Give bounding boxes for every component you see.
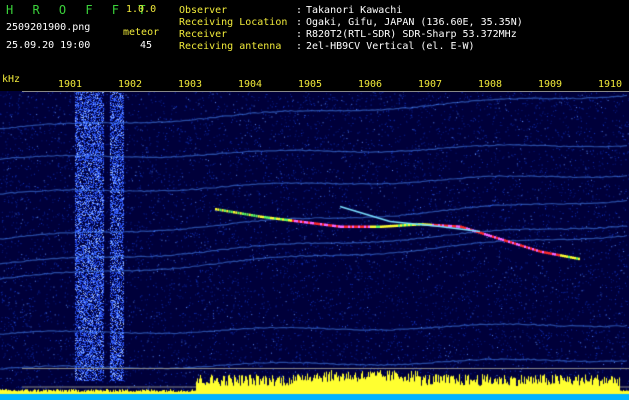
- info-sep: :: [296, 5, 303, 16]
- file-name: 2509201900.png: [6, 22, 91, 33]
- x-tick-label: 1906: [358, 79, 383, 90]
- info-value-location: Ogaki, Gifu, JAPAN (136.60E, 35.35N): [306, 17, 523, 28]
- x-tick-label: 1905: [298, 79, 323, 90]
- info-sep: :: [296, 41, 303, 52]
- info-value-observer: Takanori Kawachi: [306, 5, 403, 16]
- info-key-receiver: Receiver: [179, 29, 228, 40]
- x-tick-label: 1907: [418, 79, 443, 90]
- x-tick-label: 1908: [478, 79, 503, 90]
- y-unit-label: kHz: [2, 74, 21, 85]
- info-sep: :: [296, 29, 303, 40]
- info-key-observer: Observer: [179, 5, 228, 16]
- x-tick-label: 1903: [178, 79, 203, 90]
- info-key-antenna: Receiving antenna: [179, 41, 282, 52]
- x-axis-line: [22, 91, 629, 92]
- info-value-antenna: 2el-HB9CV Vertical (el. E-W): [306, 41, 475, 52]
- x-tick-label: 1904: [238, 79, 263, 90]
- info-sep: :: [296, 17, 303, 28]
- spectrogram: [0, 91, 629, 400]
- datetime-label: 25.09.20 19:00: [6, 40, 91, 51]
- hroft-display: H R O F F T 1.0.0 2509201900.png meteor …: [0, 0, 629, 400]
- app-version: 1.0.0: [126, 4, 157, 15]
- x-tick-label: 1909: [538, 79, 563, 90]
- x-tick-label: 1902: [118, 79, 143, 90]
- info-value-receiver: R820T2(RTL-SDR) SDR-Sharp 53.372MHz: [306, 29, 517, 40]
- meteor-count: 45: [140, 40, 153, 51]
- x-tick-label: 1910: [598, 79, 623, 90]
- x-tick-label: 1901: [58, 79, 83, 90]
- meteor-label: meteor: [123, 27, 160, 38]
- info-key-location: Receiving Location: [179, 17, 288, 28]
